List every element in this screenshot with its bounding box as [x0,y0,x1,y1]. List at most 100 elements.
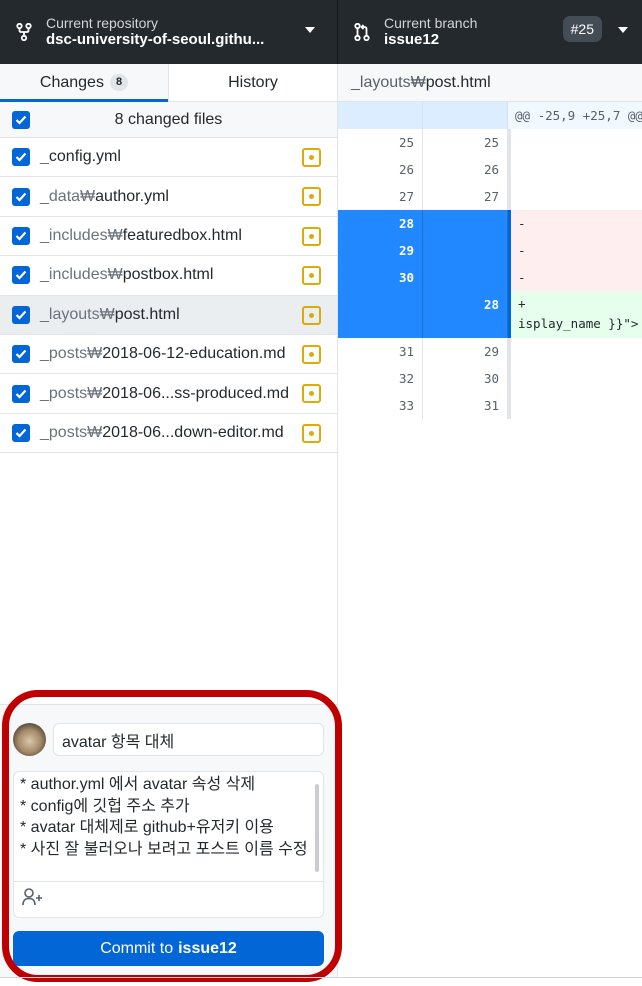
file-list-item[interactable]: _includes₩postbox.html [0,256,337,296]
diff-line-code: + isplay_name }}"> [511,291,642,338]
file-list-item[interactable]: _includes₩featuredbox.html [0,217,337,257]
sidebar: Changes 8 History 8 changed files _confi… [0,64,338,978]
commit-button[interactable]: Commit to issue12 [13,931,324,966]
repo-fork-icon [14,22,34,42]
diff-line-del[interactable]: 30 - [338,264,642,291]
old-line-number[interactable]: 25 [338,129,423,156]
new-line-number[interactable] [423,237,508,264]
new-line-number[interactable] [423,264,508,291]
diff-line-code [511,156,642,183]
old-line-number[interactable]: 27 [338,183,423,210]
current-branch-dropdown[interactable]: Current branch issue12 #25 [338,0,642,64]
pull-request-badge[interactable]: #25 [562,16,602,42]
new-line-number[interactable]: 26 [423,156,508,183]
file-dir: _posts₩ [40,384,103,402]
changes-count-badge: 8 [109,74,129,91]
file-modified-icon [302,266,321,286]
file-checkbox[interactable] [12,384,30,403]
diff-line-context[interactable]: 27 27 [338,183,642,210]
old-line-number[interactable]: 31 [338,338,423,365]
file-list-item[interactable]: _posts₩2018-06-12-education.md [0,335,337,375]
file-name: featuredbox.html [122,226,242,244]
description-scrollbar[interactable] [315,784,319,872]
new-line-number[interactable]: 25 [423,129,508,156]
diff-line-code: - [511,237,642,264]
old-line-number[interactable]: 26 [338,156,423,183]
file-path: _layouts₩post.html [40,306,180,324]
diff-line-code [511,365,642,392]
diff-line-add[interactable]: 28 + isplay_name }}"> [338,291,642,338]
file-list-item[interactable]: _config.yml [0,138,337,178]
file-dir: _data₩ [40,187,96,205]
tab-history[interactable]: History [168,64,337,101]
commit-button-prefix: Commit to [100,939,174,957]
repository-name: dsc-university-of-seoul.githu... [46,31,265,49]
diff-line-context[interactable]: 32 30 [338,365,642,392]
diff-line-del[interactable]: 28 - [338,210,642,237]
file-dir: _includes₩ [40,266,123,284]
check-icon [15,389,27,399]
file-checkbox[interactable] [12,305,30,324]
file-checkbox[interactable] [12,148,30,167]
hunk-header-text: @@ -25,9 +25,7 @@ [508,102,642,129]
file-checkbox[interactable] [12,187,30,206]
diff-line-code [511,129,642,156]
file-checkbox[interactable] [12,266,30,285]
chevron-down-icon [305,27,315,33]
file-name: author.yml [95,187,169,205]
file-modified-icon [302,187,321,207]
tab-history-label: History [228,73,278,91]
file-checkbox[interactable] [12,226,30,245]
file-name: 2018-06...ss-produced.md [102,384,290,402]
new-line-number[interactable]: 30 [423,365,508,392]
file-dir: _ [40,148,49,166]
file-list-item[interactable]: _layouts₩post.html [0,295,337,335]
new-line-number[interactable] [423,210,508,237]
repository-label: Current repository [46,15,159,32]
diff-line-context[interactable]: 26 26 [338,156,642,183]
commit-summary-input[interactable]: avatar 항목 대체 [53,723,324,756]
sidebar-tabs: Changes 8 History [0,64,337,102]
diff-line-context[interactable]: 25 25 [338,129,642,156]
file-name: postbox.html [122,266,214,284]
new-line-number[interactable]: 31 [423,392,508,419]
diff-line-code [511,392,642,419]
check-icon [15,152,27,162]
chevron-down-icon [618,27,628,33]
commit-description-textarea[interactable]: * author.yml 에서 avatar 속성 삭제 * config에 깃… [13,771,324,918]
file-path: _posts₩2018-06...ss-produced.md [40,385,289,403]
old-line-number[interactable] [338,291,423,338]
file-list-item[interactable]: _posts₩2018-06...ss-produced.md [0,374,337,414]
diff-table: @@ -25,9 +25,7 @@ 25 25 26 26 27 27 28-29-30-2… [338,102,642,419]
select-all-checkbox[interactable] [12,111,30,129]
diff-hunk-header[interactable]: @@ -25,9 +25,7 @@ [338,102,642,129]
diff-line-code: - [511,210,642,237]
file-path: _includes₩featuredbox.html [40,227,242,245]
diff-line-del[interactable]: 29 - [338,237,642,264]
diff-line-context[interactable]: 31 29 [338,338,642,365]
add-co-author-icon[interactable] [22,888,44,911]
file-checkbox[interactable] [12,423,30,442]
new-line-number[interactable]: 28 [423,291,508,338]
file-checkbox[interactable] [12,345,30,364]
tab-changes[interactable]: Changes 8 [0,64,168,102]
file-list-item[interactable]: _posts₩2018-06...down-editor.md [0,414,337,454]
old-line-number[interactable]: 30 [338,264,423,291]
diff-line-context[interactable]: 33 31 [338,392,642,419]
new-line-number[interactable]: 27 [423,183,508,210]
old-line-number[interactable]: 32 [338,365,423,392]
file-dir: _layouts₩ [40,305,115,323]
old-line-number[interactable]: 28 [338,210,423,237]
file-name: post.html [114,305,180,323]
current-repository-dropdown[interactable]: Current repository dsc-university-of-seo… [0,0,338,64]
avatar [13,723,46,756]
commit-button-branch: issue12 [178,939,237,957]
file-list-item[interactable]: _data₩author.yml [0,177,337,217]
new-line-number[interactable]: 29 [423,338,508,365]
branch-name: issue12 [384,31,440,49]
diff-line-code [511,338,642,365]
old-line-number[interactable]: 33 [338,392,423,419]
old-line-number[interactable]: 29 [338,237,423,264]
divider [0,977,642,978]
file-path: _includes₩postbox.html [40,266,213,284]
